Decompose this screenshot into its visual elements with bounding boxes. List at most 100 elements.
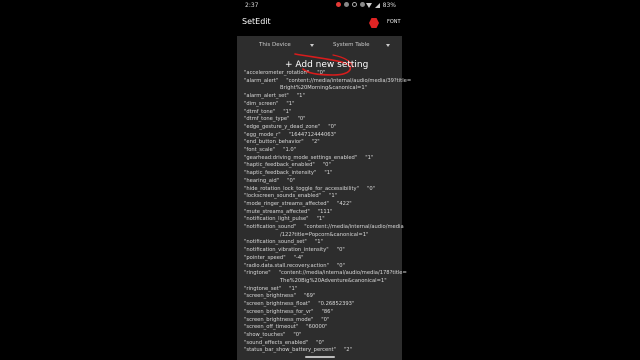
setting-row[interactable]: "haptic_feedback_intensity" "1" (244, 170, 400, 178)
setting-value: "1" (314, 239, 323, 246)
location-icon (360, 2, 365, 7)
setting-key: "show_touches" (244, 331, 286, 338)
setting-value: "0" (317, 70, 326, 76)
setting-value: "1" (329, 193, 338, 200)
record-icon (336, 2, 341, 7)
device-dropdown[interactable]: This Device (259, 42, 314, 48)
setting-row[interactable]: "screen_brightness_float" "0.26852393" (244, 301, 400, 309)
setting-key: "alarm_alert_set" (244, 93, 289, 100)
setting-value: "0" (293, 331, 302, 338)
setting-row[interactable]: "egg_mode_r" "1644712444063" (244, 132, 400, 140)
setting-row[interactable]: "notification_light_pulse" "1" (244, 216, 400, 224)
setting-key: "ringtone_set" (244, 285, 282, 292)
setting-row[interactable]: "lockscreen_sounds_enabled" "1" (244, 193, 400, 201)
setting-row[interactable]: "haptic_feedback_enabled" "0" (244, 162, 400, 170)
setting-key: "alarm_alert" (244, 77, 279, 84)
setting-value: "0" (336, 262, 345, 269)
setting-key: "haptic_feedback_enabled" (244, 162, 315, 169)
wifi-icon (365, 3, 372, 8)
setting-value: "0" (297, 116, 306, 123)
setting-row[interactable]: "hearing_aid" "0" (244, 178, 400, 186)
setting-value-continuation: The%20Big%20Adventure&canonical=1" (280, 277, 387, 284)
system-icons: 83% (365, 2, 396, 9)
setting-key: "screen_brightness" (244, 293, 296, 300)
setting-key: "hearing_aid" (244, 177, 280, 184)
setting-value: "0" (366, 185, 376, 192)
setting-key: "status_bar_show_battery_percent" (244, 347, 336, 354)
setting-value: "1" (296, 93, 305, 100)
setting-value: "1644712444063" (288, 131, 337, 138)
setting-value: "-4" (293, 254, 304, 261)
setting-key: "radio.data.stall.recovery.action" (244, 262, 329, 269)
add-new-setting-button[interactable]: + Add new setting (285, 60, 368, 70)
setting-row[interactable]: "notification_sound" "content://media/int… (244, 224, 404, 232)
chevron-down-icon (309, 43, 314, 47)
setting-row[interactable]: "dtmf_tone_type" "0" (244, 116, 400, 124)
chevron-down-icon (386, 43, 391, 47)
setting-row[interactable]: "accelerometer_rotation" "0" (244, 70, 400, 78)
setting-row[interactable]: "ringtone_set" "1" (244, 286, 400, 294)
setting-row[interactable]: "ringtone" "content://media/internal/audi… (244, 270, 407, 278)
setting-value: "0.26852393" (318, 301, 355, 308)
setting-key: "notification_sound" (244, 224, 297, 231)
setting-value: "content://media/internal/audio/media (304, 224, 404, 231)
setting-row[interactable]: "font_scale" "1.0" (244, 147, 400, 155)
setting-value: "1" (365, 154, 374, 161)
setting-row[interactable]: "edge_gesture_y_dead_zone" "0" (244, 124, 400, 132)
setting-row[interactable]: "notification_vibration_intensity" "0" (244, 247, 400, 255)
setting-key: "dtmf_tone" (244, 108, 276, 115)
setting-key: "dim_screen" (244, 100, 279, 107)
setting-value: "content://media/internal/audio/media/17… (278, 270, 407, 277)
setting-row[interactable]: "alarm_alert_set" "1" (244, 93, 400, 101)
battery-percent: 83% (382, 2, 396, 9)
setting-key: "dtmf_tone_type" (244, 116, 290, 123)
setting-value: "content://media/internal/audio/media/39… (286, 77, 412, 84)
setting-key: "pointer_speed" (244, 254, 286, 261)
setting-value: "1" (286, 100, 295, 107)
setting-value: "86" (321, 308, 333, 315)
setting-value: "0" (316, 339, 325, 346)
setting-value: "1" (283, 108, 292, 115)
font-button[interactable]: FONT (387, 19, 401, 25)
table-dropdown-label: System Table (333, 42, 370, 48)
device-dropdown-label: This Device (259, 42, 291, 48)
settings-list: "accelerometer_rotation" "0" "alarm_alert"… (244, 70, 411, 355)
settings-panel: This Device System Table + Add new setti… (237, 36, 411, 360)
notification-icon (344, 2, 349, 7)
setting-key: "font_scale" (244, 147, 276, 154)
setting-row[interactable]: "pointer_speed" "-4" (244, 255, 400, 263)
setting-row[interactable]: "status_bar_show_battery_percent" "2" (244, 347, 400, 355)
setting-value: "422" (336, 200, 352, 207)
setting-row[interactable]: "radio.data.stall.recovery.action" "0" (244, 263, 400, 271)
setting-key: "egg_mode_r" (244, 131, 281, 138)
setting-row[interactable]: "hide_rotation_lock_toggle_for_accessibi… (244, 186, 400, 194)
setting-key: "hide_rotation_lock_toggle_for_accessibi… (244, 185, 359, 192)
setting-value-continuation: Bright%20Morning&canonical=1" (280, 85, 368, 92)
setting-row[interactable]: "show_touches" "0" (244, 332, 400, 340)
setting-value: "1" (316, 216, 325, 223)
setting-row[interactable]: "screen_off_timeout" "60000" (244, 324, 400, 332)
setting-row[interactable]: "mute_streams_affected" "111" (244, 209, 400, 217)
hexagon-icon[interactable] (369, 18, 379, 28)
setting-row[interactable]: "dtmf_tone" "1" (244, 109, 400, 117)
setting-row[interactable]: "alarm_alert" "content://media/internal/a… (244, 77, 411, 86)
setting-row[interactable]: "screen_brightness_for_vr" "86" (244, 309, 400, 317)
table-dropdown[interactable]: System Table (333, 42, 391, 48)
setting-key: "screen_brightness_mode" (244, 316, 314, 323)
setting-value: "0" (328, 123, 337, 130)
gesture-nav-bar[interactable] (305, 356, 335, 358)
setting-row[interactable]: "dim_screen" "1" (244, 101, 400, 109)
setting-row[interactable]: "screen_brightness" "69" (244, 293, 400, 301)
setting-key: "notification_vibration_intensity" (244, 247, 329, 254)
setting-row[interactable]: "end_button_behavior" "2" (244, 139, 400, 147)
setting-key: "notification_sound_set" (244, 239, 307, 246)
setting-row[interactable]: "gearhead:driving_mode_settings_enabled"… (244, 155, 400, 163)
setting-row[interactable]: "mode_ringer_streams_affected" "422" (244, 201, 400, 209)
setting-row[interactable]: "notification_sound_set" "1" (244, 239, 400, 247)
setting-key: "mute_streams_affected" (244, 208, 310, 215)
setting-row[interactable]: "screen_brightness_mode" "0" (244, 317, 400, 325)
setting-row[interactable]: "sound_effects_enabled" "0" (244, 340, 400, 348)
setting-value: "1" (289, 285, 298, 292)
setting-value: "1.0" (283, 147, 297, 154)
setting-value: "2" (343, 347, 352, 354)
